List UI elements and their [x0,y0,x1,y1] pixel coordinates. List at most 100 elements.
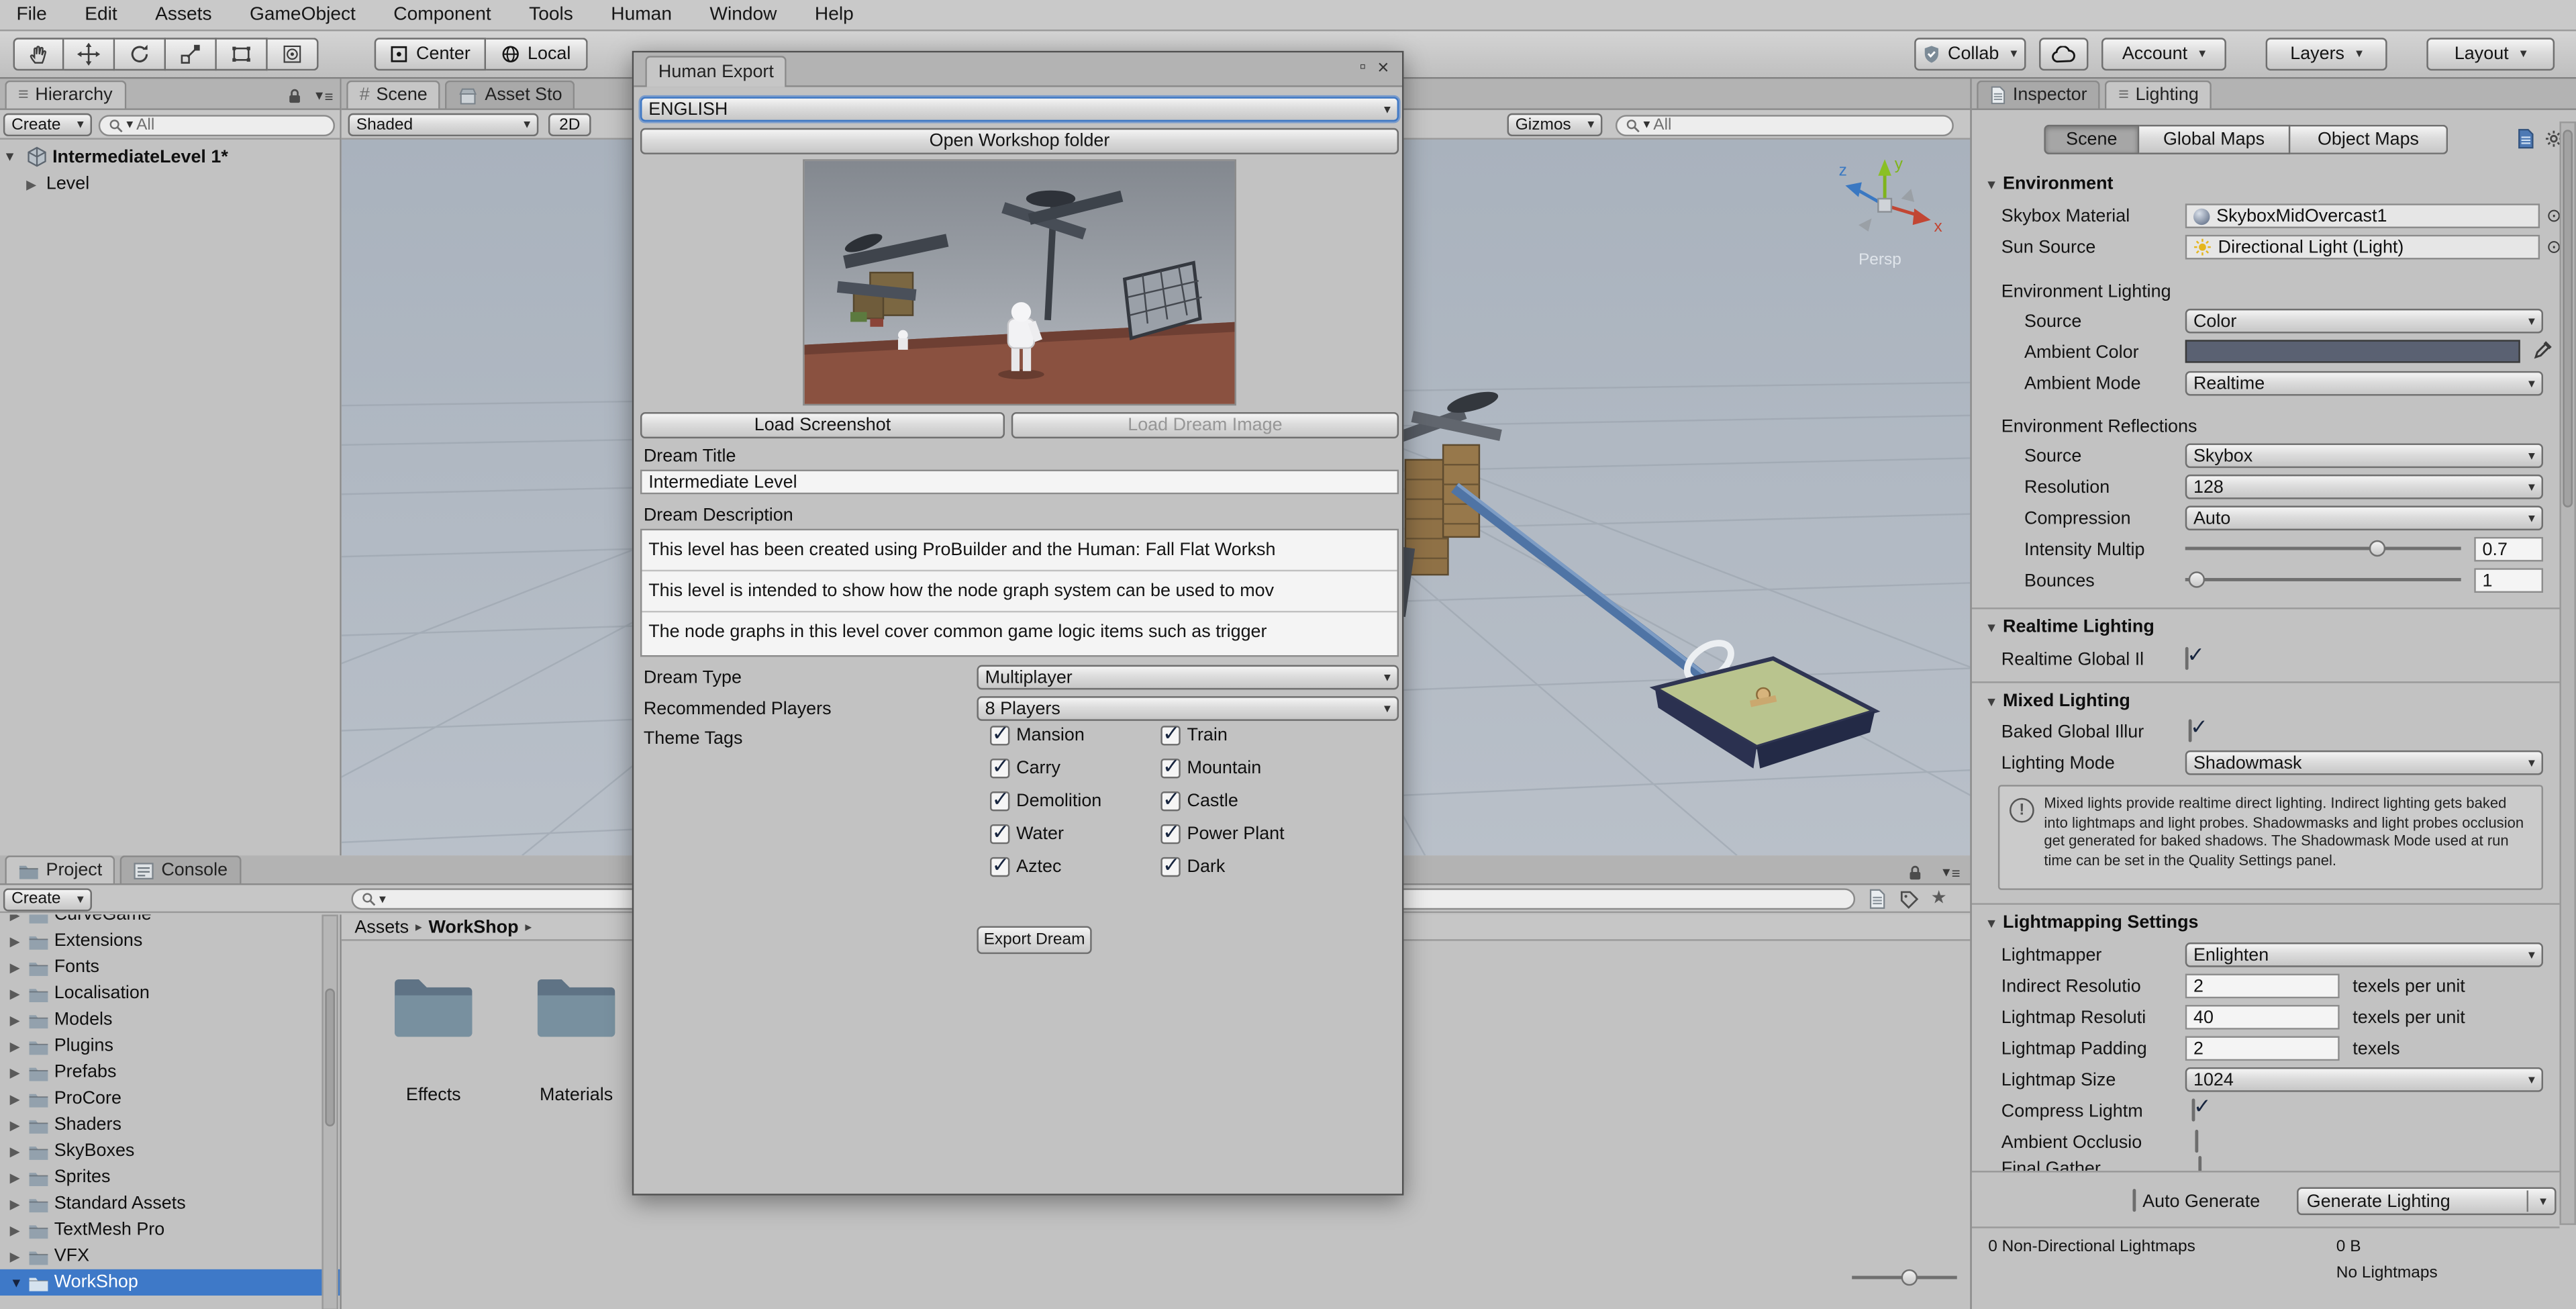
search-by-type-button[interactable] [1869,888,1887,910]
tag-demolition[interactable]: ✓Demolition [990,791,1101,811]
dream-description-textarea[interactable]: This level has been created using ProBui… [640,529,1399,657]
lighting-scrollbar[interactable] [2559,122,2575,1225]
transform-tool-button[interactable] [268,38,319,70]
tab-console[interactable]: Console [120,855,240,883]
intensity-value-field[interactable]: 0.7 [2474,537,2543,562]
gizmos-dropdown[interactable]: Gizmos▾ [1507,113,1603,136]
tree-scrollbar-thumb[interactable] [325,989,335,1126]
hierarchy-root-row[interactable]: ▼ IntermediateLevel 1* [3,143,337,171]
scene-search-input[interactable]: ▾ All [1616,114,1954,136]
hierarchy-lock-icon[interactable] [286,85,304,105]
folder-row-prefabs[interactable]: ▶Prefabs [0,1059,340,1085]
move-tool-button[interactable] [64,38,115,70]
tab-lighting[interactable]: ≡Lighting [2106,81,2212,109]
rotate-tool-button[interactable] [115,38,166,70]
menu-component[interactable]: Component [377,0,507,31]
tag-train[interactable]: ✓Train [1160,726,1227,745]
load-dream-image-button[interactable]: Load Dream Image [1011,412,1399,438]
project-pane-menu[interactable]: ▾≡ [1942,864,1960,882]
persp-label[interactable]: Persp [1859,250,1901,269]
cloud-button[interactable] [2039,38,2088,70]
generate-lighting-button[interactable]: Generate Lighting ▾ [2297,1187,2556,1216]
menu-help[interactable]: Help [798,0,870,31]
section-realtime-lighting[interactable]: ▼Realtime Lighting [1985,618,2154,637]
tag-water[interactable]: ✓Water [990,824,1064,844]
env-source-dropdown[interactable]: Color▾ [2185,309,2543,334]
folder-row-standard-assets[interactable]: ▶Standard Assets [0,1190,340,1216]
section-environment[interactable]: ▼Environment [1985,174,2113,193]
hierarchy-create-button[interactable]: Create▾ [3,113,92,136]
dialog-title-tab[interactable]: Human Export [645,56,787,87]
compress-lightmaps-checkbox[interactable]: ✓ [2192,1098,2195,1121]
intensity-slider[interactable] [2185,537,2461,559]
search-filter-caret[interactable]: ▾ [379,892,386,906]
baked-gi-checkbox[interactable]: ✓ [2189,719,2192,742]
scale-tool-button[interactable] [166,38,217,70]
tag-dark[interactable]: ✓Dark [1160,857,1225,877]
tag-aztec[interactable]: ✓Aztec [990,857,1061,877]
folder-row-textmesh-pro[interactable]: ▶TextMesh Pro [0,1217,340,1243]
asset-folder-materials[interactable] [534,974,619,1043]
export-dream-button[interactable]: Export Dream [977,926,1091,955]
folder-row-curvegame[interactable]: ▶CurveGame [0,914,340,928]
sun-source-field[interactable]: Directional Light (Light) [2185,235,2540,260]
players-dropdown[interactable]: 8 Players▾ [977,696,1399,721]
favorites-star-button[interactable]: ★ [1931,887,1947,908]
foldout-closed-icon[interactable]: ▶ [26,177,36,191]
folder-row-sprites[interactable]: ▶Sprites [0,1164,340,1190]
2d-toggle-button[interactable]: 2D [548,113,591,136]
lighting-scrollbar-thumb[interactable] [2563,130,2573,507]
compression-dropdown[interactable]: Auto▾ [2185,505,2543,530]
ambient-occlusion-checkbox[interactable] [2195,1130,2198,1153]
folder-row-models[interactable]: ▶Models [0,1006,340,1032]
ambient-mode-dropdown[interactable]: Realtime▾ [2185,371,2543,396]
folder-row-workshop-selected[interactable]: ▼WorkShop [0,1269,340,1296]
dialog-titlebar[interactable]: Human Export ▫ × [634,52,1402,87]
dream-title-input[interactable]: Intermediate Level [640,470,1399,495]
dream-type-dropdown[interactable]: Multiplayer▾ [977,665,1399,690]
foldout-open-icon[interactable]: ▼ [3,150,16,164]
slider-thumb[interactable] [2369,540,2385,556]
maximize-icon[interactable]: ▫ [1360,58,1367,77]
section-mixed-lighting[interactable]: ▼Mixed Lighting [1985,691,2130,711]
slider-thumb[interactable] [2189,571,2205,587]
rect-tool-button[interactable] [217,38,268,70]
tab-hierarchy[interactable]: ≡Hierarchy [5,81,126,109]
lightmap-padding-field[interactable]: 2 [2185,1036,2340,1061]
close-icon[interactable]: × [1377,56,1389,79]
folder-row-fonts[interactable]: ▶Fonts [0,954,340,980]
breadcrumb-workshop[interactable]: WorkShop [429,917,519,936]
tag-power-plant[interactable]: ✓Power Plant [1160,824,1284,844]
tag-mountain[interactable]: ✓Mountain [1160,759,1261,778]
layout-dropdown[interactable]: Layout▾ [2426,38,2555,70]
folder-row-shaders[interactable]: ▶Shaders [0,1112,340,1138]
project-create-button[interactable]: Create▾ [3,887,92,910]
menu-tools[interactable]: Tools [513,0,590,31]
menu-edit[interactable]: Edit [68,0,134,31]
folder-row-localisation[interactable]: ▶Localisation [0,980,340,1006]
thumbnail-size-slider[interactable] [1852,1266,1957,1288]
section-lightmapping-settings[interactable]: ▼Lightmapping Settings [1985,913,2198,932]
lightmap-size-dropdown[interactable]: 1024▾ [2185,1067,2543,1092]
folder-row-procore[interactable]: ▶ProCore [0,1085,340,1112]
subtab-object-maps[interactable]: Object Maps [2290,125,2448,154]
menu-human[interactable]: Human [595,0,689,31]
bounces-value-field[interactable]: 1 [2474,568,2543,593]
lightmapper-dropdown[interactable]: Enlighten▾ [2185,942,2543,967]
language-dropdown[interactable]: ENGLISH▾ [640,97,1399,122]
open-workshop-folder-button[interactable]: Open Workshop folder [640,128,1399,154]
slider-thumb[interactable] [1901,1269,1918,1285]
menu-gameobject[interactable]: GameObject [233,0,372,31]
search-by-label-button[interactable] [1899,889,1919,910]
subtab-scene[interactable]: Scene [2044,125,2139,154]
shading-mode-dropdown[interactable]: Shaded▾ [348,113,539,136]
tab-scene[interactable]: #Scene [346,81,440,109]
breadcrumb-assets[interactable]: Assets [354,917,409,936]
load-screenshot-button[interactable]: Load Screenshot [640,412,1005,438]
search-filter-caret[interactable]: ▾ [1644,118,1650,132]
folder-row-vfx[interactable]: ▶VFX [0,1243,340,1269]
tree-scrollbar[interactable] [321,914,338,1309]
indirect-resolution-field[interactable]: 2 [2185,974,2340,999]
asset-folder-effects[interactable] [391,974,476,1043]
pan-tool-button[interactable] [13,38,64,70]
